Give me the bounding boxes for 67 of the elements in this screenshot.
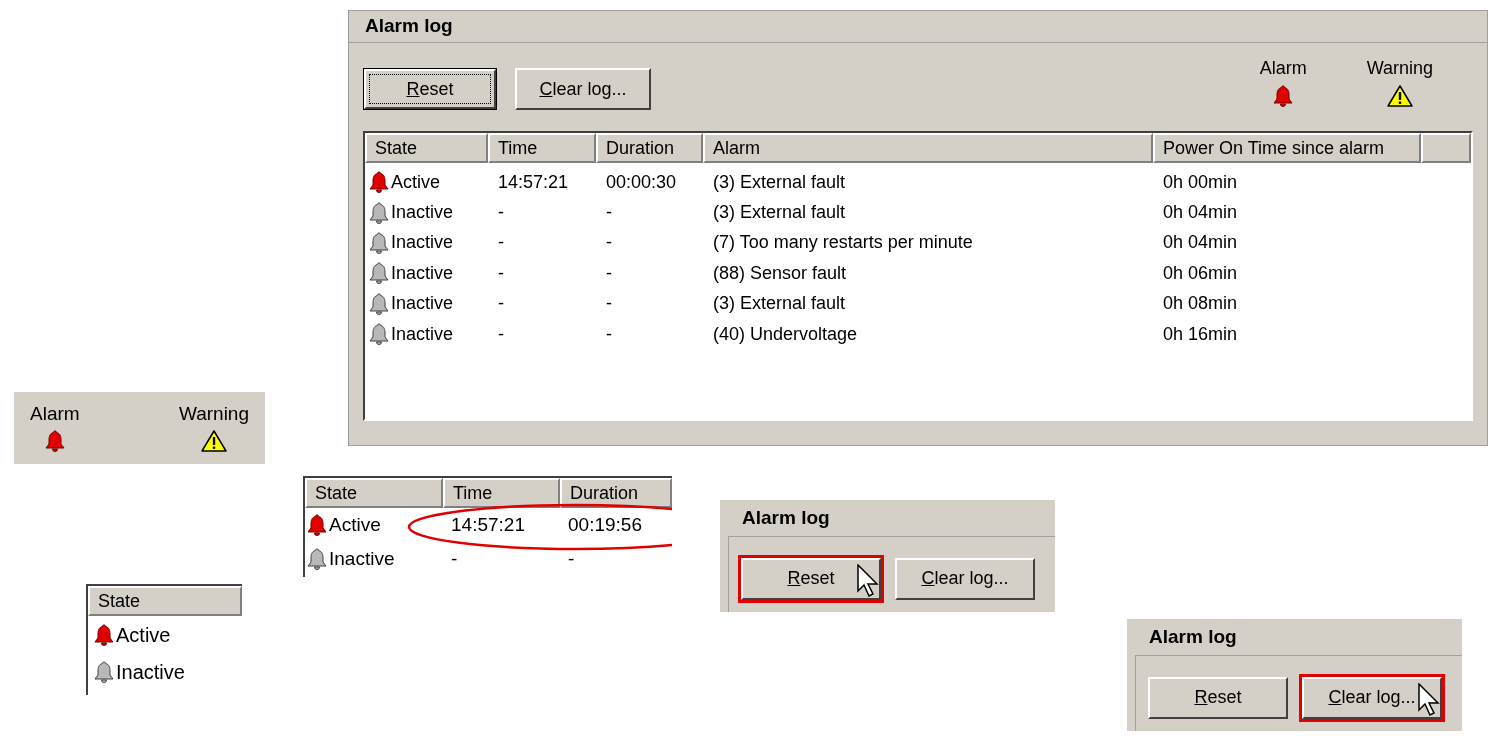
panel-title: Alarm log: [365, 14, 453, 39]
mouse-pointer-icon: [857, 563, 879, 598]
table-cell-text: Inactive: [116, 659, 185, 685]
table-cell: 0h 04min: [1163, 202, 1238, 223]
legend-label: Warning: [178, 402, 249, 426]
table-cell: 0h 06min: [1163, 262, 1238, 283]
push-button[interactable]: Clear log...: [1302, 676, 1442, 719]
table-cell: 0h 08min: [1163, 293, 1238, 314]
push-button[interactable]: Clear log...: [895, 557, 1035, 600]
column-header[interactable]: [1421, 133, 1471, 163]
column-header[interactable]: State: [365, 133, 488, 163]
table-cell: -: [606, 323, 612, 344]
column-header[interactable]: Time: [443, 478, 560, 508]
table-cell: -: [606, 202, 612, 223]
push-button[interactable]: Reset: [1148, 676, 1288, 719]
table-cell-text: Active: [116, 622, 171, 648]
table-cell: 0h 16min: [1163, 323, 1238, 344]
table-cell-text: Inactive: [391, 261, 454, 285]
push-button[interactable]: Reset: [741, 557, 881, 600]
panel-title: Alarm log: [1149, 624, 1237, 649]
table-cell: 0h 00min: [1163, 171, 1238, 192]
table-cell-text: Active: [391, 170, 441, 194]
table-cell-text: Inactive: [391, 231, 454, 255]
warning-icon: [199, 428, 228, 453]
table-cell: 00:19:56: [568, 513, 642, 535]
column-header[interactable]: Duration: [560, 478, 672, 508]
table-cell: -: [498, 202, 504, 223]
table-cell: (7) Too many restarts per minute: [713, 232, 973, 253]
table-cell: 14:57:21: [451, 513, 525, 535]
column-header[interactable]: Duration: [596, 133, 703, 163]
table-cell: -: [568, 547, 575, 569]
table-cell: -: [498, 323, 504, 344]
table-cell: (88) Sensor fault: [713, 262, 847, 283]
table-cell-text: Inactive: [391, 322, 454, 346]
table-cell: (3) External fault: [713, 171, 846, 192]
mouse-pointer-icon: [1418, 682, 1440, 717]
column-header[interactable]: Power On Time since alarm: [1153, 133, 1421, 163]
table-cell-text: Inactive: [391, 201, 454, 225]
table-cell: 14:57:21: [498, 171, 569, 192]
column-header[interactable]: State: [88, 586, 242, 616]
table-cell: -: [451, 547, 458, 569]
warning-icon: [1385, 84, 1414, 108]
table-cell: -: [606, 293, 612, 314]
table-cell: 0h 04min: [1163, 232, 1238, 253]
legend-label: Alarm: [1259, 57, 1307, 80]
legend-label: Alarm: [30, 402, 80, 426]
table-cell: (3) External fault: [713, 293, 846, 314]
column-header[interactable]: Time: [488, 133, 596, 163]
column-header[interactable]: Alarm: [703, 133, 1153, 163]
push-button[interactable]: Clear log...: [515, 68, 651, 110]
legend-label: Warning: [1366, 57, 1433, 80]
column-header[interactable]: State: [305, 478, 443, 508]
table-cell: -: [606, 232, 612, 253]
table-cell: -: [498, 232, 504, 253]
table-cell-text: Inactive: [329, 546, 395, 571]
push-button[interactable]: Reset: [363, 68, 497, 110]
table-cell: 00:00:30: [606, 171, 677, 192]
table-cell: -: [606, 262, 612, 283]
bell-icon: [1271, 84, 1296, 108]
table-cell: (3) External fault: [713, 202, 846, 223]
panel-title: Alarm log: [742, 505, 830, 530]
table-cell-text: Inactive: [391, 292, 454, 316]
table-cell: -: [498, 262, 504, 283]
bell-icon: [42, 428, 67, 453]
table-cell-text: Active: [329, 512, 381, 537]
table-cell: (40) Undervoltage: [713, 323, 858, 344]
table-cell: -: [498, 293, 504, 314]
